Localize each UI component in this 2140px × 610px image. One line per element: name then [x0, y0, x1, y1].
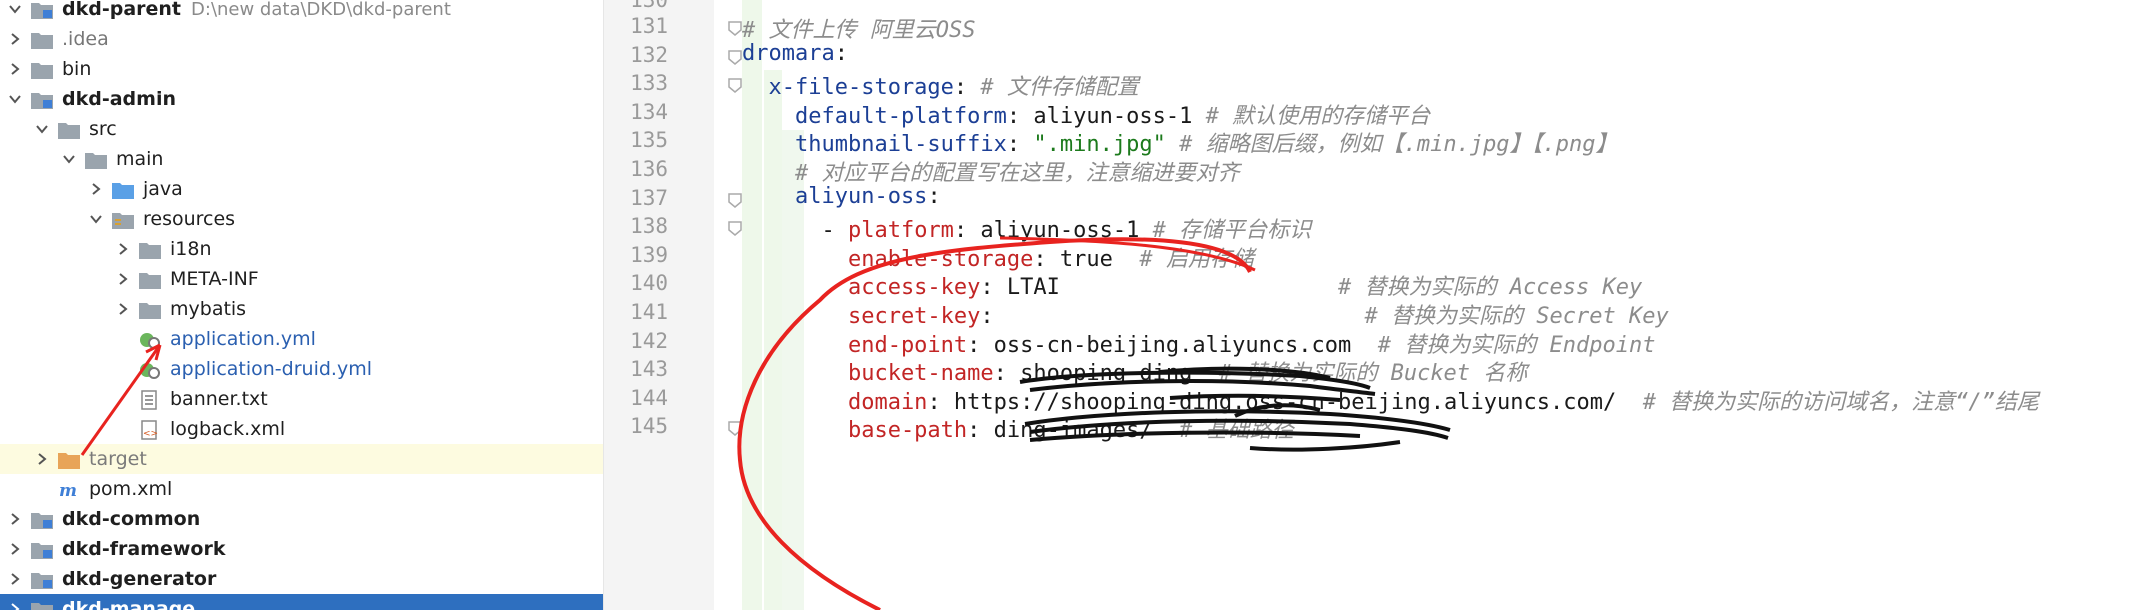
- red-circle-annotation: [737, 237, 1252, 610]
- redaction-scribble-secret-key: [1024, 403, 1451, 452]
- annotation-overlay: [80, 236, 1451, 610]
- red-arrow-annotation: [80, 343, 162, 456]
- redaction-scribble-access-key: [1019, 366, 1376, 402]
